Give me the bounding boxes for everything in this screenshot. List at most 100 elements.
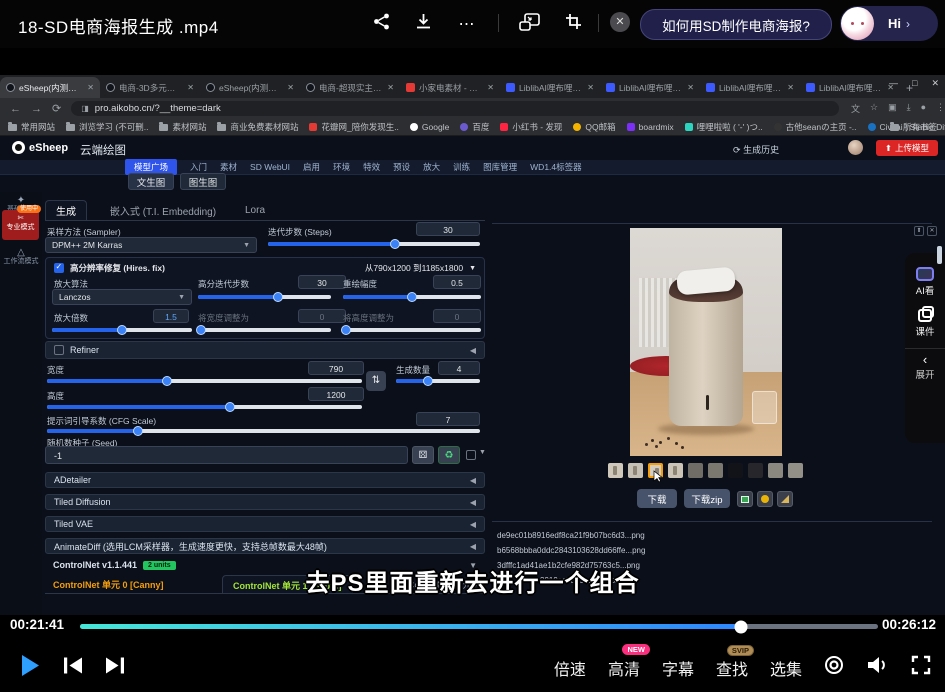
speed-button[interactable]: 倍速 (554, 656, 586, 680)
nav-tab[interactable]: 预设 (393, 161, 410, 173)
crop-button[interactable] (562, 14, 584, 34)
close-search-button[interactable]: ✕ (610, 12, 630, 32)
send-to-img2img-button[interactable] (737, 491, 753, 507)
nav-tab[interactable]: 放大 (423, 161, 440, 173)
resize-h-slider[interactable] (343, 328, 481, 332)
browser-tab[interactable]: eSheep(内测中) —站✕ (0, 77, 100, 98)
tab-close-icon[interactable]: ✕ (687, 83, 694, 92)
assistant-button[interactable]: Hi › (840, 6, 938, 41)
reload-icon[interactable]: ⟳ (52, 102, 61, 115)
denoise-slider[interactable] (343, 295, 481, 299)
hires-checkbox-row[interactable]: 高分辨率修复 (Hires. fix) (54, 262, 165, 274)
extra-seed-checkbox[interactable] (466, 450, 476, 460)
output-file[interactable]: de9ec01b8916edf8ca21f9b07bc6d3...png (497, 531, 645, 540)
width-slider[interactable] (47, 379, 362, 383)
site-info-icon[interactable]: ◨ (81, 104, 89, 113)
thumbnail-5[interactable] (688, 463, 703, 478)
cfg-slider[interactable] (47, 429, 480, 433)
download-zip-button[interactable]: 下载zip (684, 489, 730, 508)
browser-tab[interactable]: 电商-3D多元化促销文本✕ (100, 77, 200, 98)
denoise-value[interactable]: 0.5 (433, 275, 481, 289)
checkbox-checked-icon[interactable] (54, 263, 64, 273)
generation-history-button[interactable]: ⟳ 生成历史 (733, 143, 779, 156)
swap-dimensions-button[interactable]: ⇅ (366, 371, 386, 391)
steps-value[interactable]: 30 (416, 222, 480, 236)
seed-input[interactable]: -1 (45, 446, 408, 464)
bookmark[interactable]: QQ邮箱 (573, 121, 615, 133)
browser-tab[interactable]: 小家电素材 - 淘宝详情✕ (400, 77, 500, 98)
bookmark-star-icon[interactable]: ☆ (870, 102, 878, 115)
volume-button[interactable] (866, 655, 889, 680)
send-to-extras-button[interactable] (777, 491, 793, 507)
bookmark[interactable]: Google (410, 122, 449, 132)
next-button[interactable] (105, 656, 125, 680)
browser-tab[interactable]: LiblibAI哩布哩布AI-✕ (600, 77, 700, 98)
profile-icon[interactable]: ● (921, 102, 926, 115)
rail-item-pro[interactable]: 使用中 ✄ 专业模式 (2, 210, 39, 240)
share-button[interactable] (370, 14, 392, 34)
expand-button[interactable]: ‹ 展开 (905, 353, 945, 381)
reuse-seed-button[interactable]: ♻ (438, 446, 460, 464)
bookmark-folder[interactable]: 素材网站 (159, 121, 206, 133)
chevron-down-icon[interactable]: ▼ (469, 265, 476, 272)
play-button[interactable] (20, 653, 41, 683)
tab-close-icon[interactable]: ✕ (87, 83, 94, 92)
hires-steps-slider[interactable] (198, 295, 331, 299)
upscaler-dropdown[interactable]: Lanczos▼ (52, 289, 192, 305)
nav-tab[interactable]: SD WebUI (250, 162, 290, 172)
resize-w-value[interactable]: 0 (298, 309, 346, 323)
bookmark-folder[interactable]: 常用网站 (8, 121, 55, 133)
nav-tab[interactable]: 图库管理 (483, 161, 517, 173)
adetailer-section[interactable]: ADetailer◀ (45, 472, 485, 488)
tab-generate[interactable]: 生成 (45, 200, 87, 221)
record-button[interactable] (824, 655, 844, 680)
download-button-sd[interactable]: 下载 (637, 489, 677, 508)
batch-value[interactable]: 4 (438, 361, 480, 375)
pip-button[interactable] (518, 14, 540, 34)
forward-icon[interactable]: → (31, 103, 42, 115)
checkbox-unchecked-icon[interactable] (54, 345, 64, 355)
tab-close-icon[interactable]: ✕ (587, 83, 594, 92)
tab-img2img[interactable]: 图生图 (180, 173, 226, 190)
window-close-icon[interactable]: ✕ (931, 78, 939, 89)
progress-knob[interactable] (734, 620, 747, 633)
browser-tab[interactable]: LiblibAI哩布哩布AI-✕ (500, 77, 600, 98)
thumbnail-2[interactable] (628, 463, 643, 478)
bookmark-folder[interactable]: 浏览学习 (不可删.. (66, 121, 148, 133)
thumbnail-9[interactable] (768, 463, 783, 478)
hires-steps-value[interactable]: 30 (298, 275, 346, 289)
chevron-down-icon[interactable]: ▼ (479, 449, 486, 456)
rail-item-workflow[interactable]: △工作流模式 (0, 248, 42, 266)
playlist-button[interactable]: 选集 (770, 656, 802, 680)
height-slider[interactable] (47, 405, 362, 409)
tab-close-icon[interactable]: ✕ (787, 83, 794, 92)
nav-tab[interactable]: 素材 (220, 161, 237, 173)
progress-bar[interactable] (80, 624, 878, 629)
translate-icon[interactable]: 文 (851, 102, 860, 115)
close-preview-button[interactable]: ✕ (927, 226, 937, 236)
resize-h-value[interactable]: 0 (433, 309, 481, 323)
cfg-value[interactable]: 7 (416, 412, 480, 426)
find-button[interactable]: 查找SVIP (716, 656, 748, 680)
tab-txt2img[interactable]: 文生图 (128, 173, 174, 190)
sampler-dropdown[interactable]: DPM++ 2M Karras▼ (45, 237, 257, 253)
bookmark[interactable]: 花瓣网_陪你发现生.. (309, 121, 398, 133)
ai-search-box[interactable]: 如何用SD制作电商海报? (640, 9, 832, 40)
thumbnail-6[interactable] (708, 463, 723, 478)
address-bar[interactable]: ◨ pro.aikobo.cn/?__theme=dark (71, 101, 839, 116)
side-panel-icon[interactable]: ▣ (888, 102, 897, 115)
height-value[interactable]: 1200 (308, 387, 364, 401)
thumbnail-1[interactable] (608, 463, 623, 478)
tab-close-icon[interactable]: ✕ (387, 83, 394, 92)
bookmark[interactable]: 哩哩啦啦 ( '-' )つ.. (685, 121, 763, 133)
back-icon[interactable]: ← (10, 103, 21, 115)
more-button[interactable]: ⋯ (456, 14, 478, 34)
batch-slider[interactable] (396, 379, 480, 383)
animatediff-section[interactable]: AnimateDiff (选用LCM采样器，生成速度更快，支持总帧数最大48帧)… (45, 538, 485, 554)
bookmark[interactable]: 古他seanの主页 -.. (774, 121, 857, 133)
bookmark[interactable]: boardmix (627, 122, 674, 132)
thumbnail-10[interactable] (788, 463, 803, 478)
width-value[interactable]: 790 (308, 361, 364, 375)
browser-tab[interactable]: LiblibAI哩布哩布AI-✕ (800, 77, 900, 98)
bookmark[interactable]: 百度 (460, 121, 489, 133)
